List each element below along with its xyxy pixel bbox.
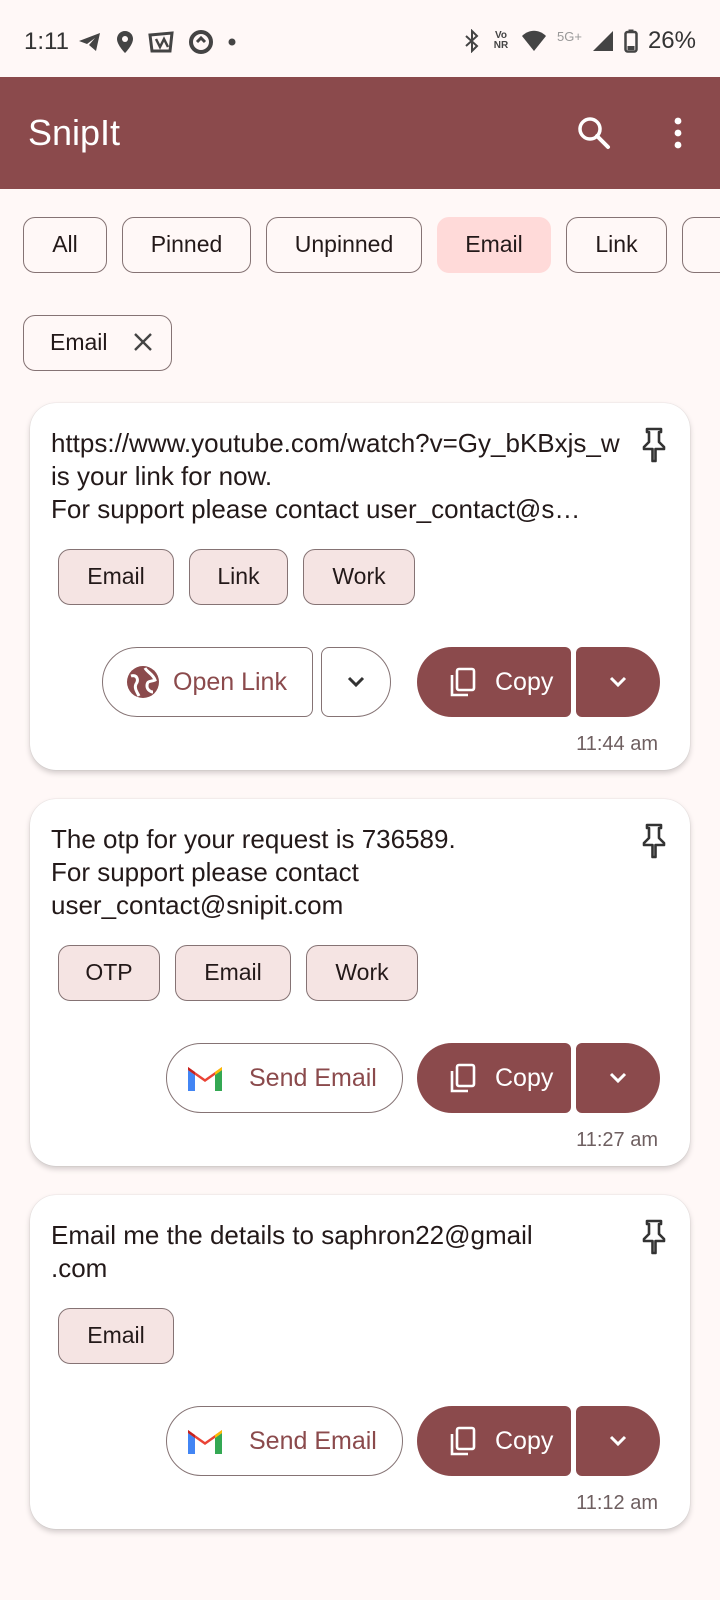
copy-button[interactable]: Copy [417, 647, 571, 717]
filter-chip-all[interactable]: All [23, 217, 107, 273]
copy-label: Copy [495, 1427, 554, 1455]
wifi-icon [522, 30, 547, 51]
copy-menu-button[interactable] [576, 1406, 660, 1476]
gmail-icon [188, 1430, 222, 1454]
active-filter-chip[interactable]: Email [23, 315, 172, 371]
app-bar: SnipIt [0, 77, 720, 189]
send-email-button[interactable]: Send Email [166, 1043, 403, 1113]
filter-chip-email[interactable]: Email [437, 217, 551, 273]
tag-chip[interactable]: Email [58, 549, 174, 605]
filter-chip-unpinned[interactable]: Unpinned [266, 217, 422, 273]
active-filter-label: Email [50, 329, 108, 355]
tag-chip[interactable]: Email [58, 1308, 174, 1364]
chevron-down-icon [609, 676, 627, 688]
send-email-label: Send Email [249, 1427, 377, 1455]
send-email-label: Send Email [249, 1064, 377, 1092]
network-type: 5G+ [557, 28, 582, 44]
snippet-text: https://www.youtube.com/watch?v=Gy_bKBxj… [51, 428, 620, 524]
chevron-down-icon [347, 676, 365, 688]
tag-chip[interactable]: Work [306, 945, 418, 1001]
open-link-menu-button[interactable] [321, 647, 391, 717]
pin-icon[interactable] [640, 1219, 668, 1255]
copy-button[interactable]: Copy [417, 1406, 571, 1476]
snippet-card[interactable]: Email me the details to saphron22@gmail … [30, 1195, 690, 1529]
signal-icon [592, 31, 613, 51]
snippet-text: The otp for your request is 736589. For … [51, 824, 456, 920]
copy-icon [450, 1426, 476, 1456]
app-title: SnipIt [28, 112, 121, 153]
copy-icon [450, 667, 476, 697]
pin-icon[interactable] [640, 427, 668, 463]
tag-chip[interactable]: Link [189, 549, 288, 605]
telegram-icon [79, 33, 100, 51]
copy-menu-button[interactable] [576, 1043, 660, 1113]
sync-icon [189, 30, 213, 54]
battery-percent: 26% [647, 27, 696, 54]
snippet-card[interactable]: https://www.youtube.com/watch?v=Gy_bKBxj… [30, 403, 690, 770]
open-link-label: Open Link [173, 668, 287, 696]
pin-icon[interactable] [640, 823, 668, 859]
globe-icon [127, 666, 159, 698]
location-icon [117, 31, 133, 53]
dot-icon [228, 38, 236, 46]
app-icon [148, 31, 174, 53]
volte-indicator: Vo NR [493, 30, 509, 51]
system-indicators: Vo NR 5G+ 26% [463, 27, 696, 55]
chevron-down-icon [609, 1435, 627, 1447]
status-bar: 1:11 Vo NR 5G+ 26% [0, 0, 720, 77]
tag-chip[interactable]: Work [303, 549, 415, 605]
send-email-button[interactable]: Send Email [166, 1406, 403, 1476]
copy-menu-button[interactable] [576, 647, 660, 717]
gmail-icon [188, 1067, 222, 1091]
search-icon[interactable] [576, 115, 612, 151]
filter-chip-pinned[interactable]: Pinned [122, 217, 251, 273]
copy-button[interactable]: Copy [417, 1043, 571, 1113]
snippet-timestamp: 11:27 am [576, 1129, 658, 1151]
copy-icon [450, 1063, 476, 1093]
filter-chip-link[interactable]: Link [566, 217, 667, 273]
battery-icon [624, 29, 638, 53]
snippet-card[interactable]: The otp for your request is 736589. For … [30, 799, 690, 1166]
snippet-text: Email me the details to saphron22@gmail … [51, 1220, 533, 1283]
tag-chip[interactable]: OTP [58, 945, 160, 1001]
copy-label: Copy [495, 668, 554, 696]
bluetooth-icon [465, 29, 479, 53]
more-options-icon[interactable] [660, 115, 696, 151]
snippet-timestamp: 11:44 am [576, 733, 658, 755]
notification-icons [78, 29, 236, 55]
open-link-button[interactable]: Open Link [102, 647, 313, 717]
snippet-timestamp: 11:12 am [576, 1492, 658, 1514]
filter-chip-more[interactable] [682, 217, 720, 273]
filter-chip-row[interactable]: All Pinned Unpinned Email Link [23, 217, 720, 273]
close-icon[interactable] [133, 332, 153, 352]
chevron-down-icon [609, 1072, 627, 1084]
tag-chip[interactable]: Email [175, 945, 291, 1001]
copy-label: Copy [495, 1064, 554, 1092]
